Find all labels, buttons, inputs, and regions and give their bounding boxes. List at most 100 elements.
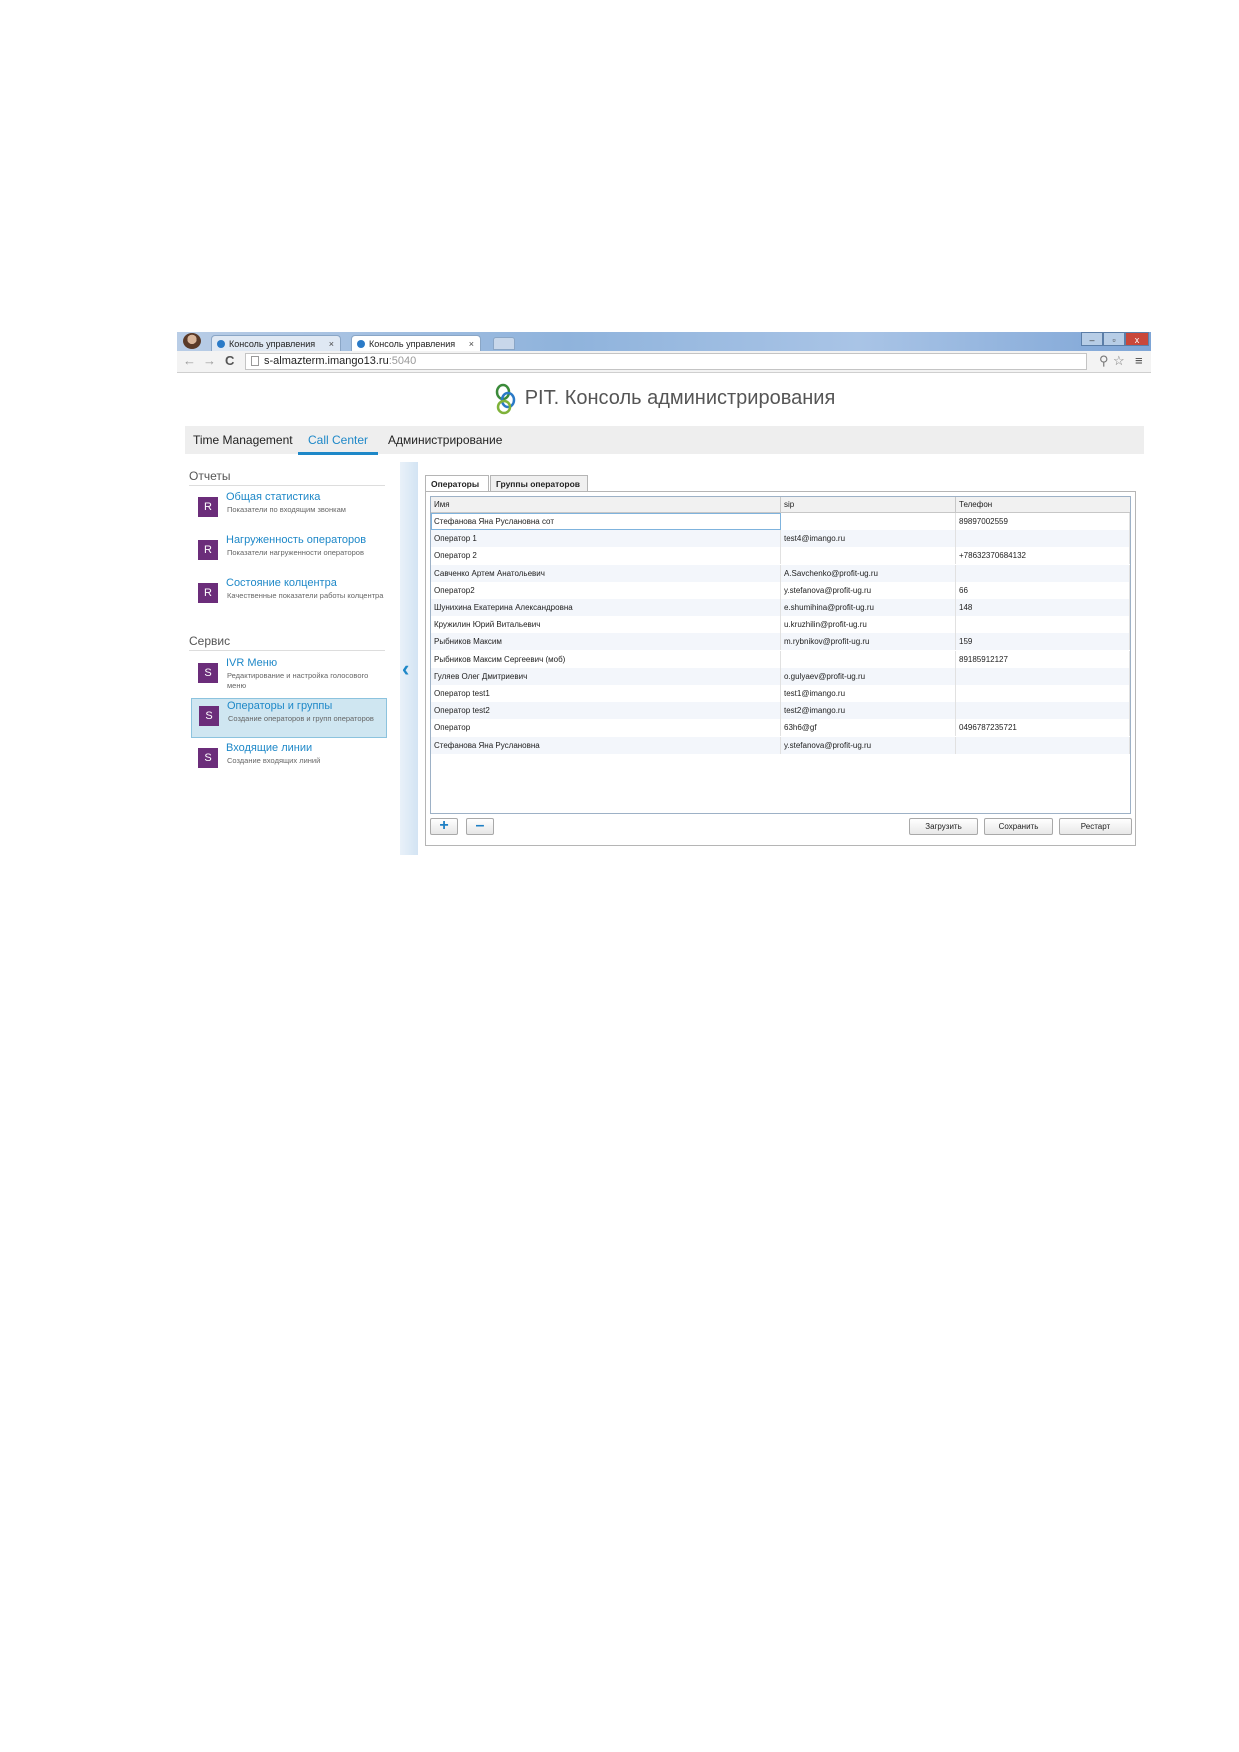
cell-name[interactable]: Кружилин Юрий Витальевич (431, 616, 781, 634)
cell-sip[interactable]: test2@imango.ru (781, 702, 956, 720)
profile-avatar[interactable] (183, 333, 201, 349)
menu-icon[interactable]: ≡ (1135, 353, 1143, 369)
sidebar-item-title[interactable]: IVR Меню (226, 657, 277, 669)
cell-name[interactable]: Оператор 2 (431, 547, 781, 565)
maximize-button[interactable]: ▫ (1103, 332, 1125, 346)
cell-name[interactable]: Гуляев Олег Дмитриевич (431, 667, 781, 685)
cell-phone[interactable]: 0496787235721 (956, 719, 1130, 737)
table-row[interactable]: Кружилин Юрий Витальевич u.kruzhilin@prof… (431, 616, 1130, 634)
table-row[interactable]: Рыбников Максим Сергеевич (моб) 891859121… (431, 650, 1130, 668)
table-row[interactable]: Оператор test1 test1@imango.ru (431, 685, 1130, 702)
sidebar-item-general-stats[interactable]: R Общая статистика Показатели по входящи… (191, 490, 387, 530)
browser-tab-1[interactable]: Консоль управления × (211, 335, 341, 351)
restart-button[interactable]: Рестарт (1059, 818, 1132, 835)
table-row[interactable]: Оператор test2 test2@imango.ru (431, 702, 1130, 720)
cell-sip[interactable]: y.stefanova@profit-ug.ru (781, 736, 956, 754)
browser-toolbar: ← → C s-almazterm.imango13.ru:5040 ⚲ ☆ ≡ (177, 351, 1151, 373)
sidebar-item-title[interactable]: Состояние колцентра (226, 577, 337, 589)
tab-operator-groups[interactable]: Группы операторов (490, 475, 588, 492)
sidebar-item-title[interactable]: Нагруженность операторов (226, 534, 366, 546)
menu-administration[interactable]: Администрирование (388, 426, 502, 454)
cell-name[interactable]: Стефанова Яна Руслановна (431, 736, 781, 754)
cell-sip[interactable]: y.stefanova@profit-ug.ru (781, 581, 956, 599)
back-button[interactable]: ← (183, 353, 196, 369)
table-row[interactable]: Стефанова Яна Руслановна сот 89897002559 (431, 513, 1130, 530)
cell-name[interactable]: Оператор test1 (431, 685, 781, 702)
tab-operators[interactable]: Операторы (425, 475, 489, 492)
column-header-sip[interactable]: sip (781, 497, 956, 512)
cell-phone[interactable]: 148 (956, 599, 1130, 616)
cell-phone[interactable]: 89185912127 (956, 650, 1130, 668)
cell-sip[interactable]: 63h6@gf (781, 719, 956, 737)
cell-phone[interactable] (956, 736, 1130, 754)
cell-name[interactable]: Савченко Артем Анатольевич (431, 564, 781, 582)
sidebar-item-title[interactable]: Общая статистика (226, 491, 320, 503)
menu-call-center[interactable]: Call Center (297, 426, 379, 455)
cell-sip[interactable]: test1@imango.ru (781, 685, 956, 702)
tab-close-icon[interactable]: × (469, 336, 474, 352)
reload-button[interactable]: C (225, 353, 234, 369)
star-icon[interactable]: ☆ (1113, 353, 1125, 369)
sidebar-item-title[interactable]: Операторы и группы (227, 700, 332, 712)
table-row[interactable]: Оператор 1 test4@imango.ru (431, 530, 1130, 548)
key-icon[interactable]: ⚲ (1099, 353, 1109, 369)
forward-button[interactable]: → (203, 353, 216, 369)
new-tab-button[interactable] (493, 337, 515, 350)
cell-phone[interactable] (956, 685, 1130, 702)
minimize-button[interactable]: – (1081, 332, 1103, 346)
cell-sip[interactable]: o.gulyaev@profit-ug.ru (781, 667, 956, 685)
cell-phone[interactable]: 159 (956, 633, 1130, 651)
cell-name[interactable]: Шунихина Екатерина Александровна (431, 599, 781, 616)
cell-name[interactable]: Оператор (431, 719, 781, 737)
save-button[interactable]: Сохранить (984, 818, 1053, 835)
cell-phone[interactable] (956, 530, 1130, 548)
cell-name[interactable]: Оператор test2 (431, 702, 781, 720)
sidebar-item-operators-groups[interactable]: S Операторы и группы Создание операторов… (191, 698, 387, 738)
browser-tab-2[interactable]: Консоль управления × (351, 335, 481, 351)
cell-phone[interactable] (956, 702, 1130, 720)
cell-name[interactable]: Рыбников Максим Сергеевич (моб) (431, 650, 781, 668)
sidebar-item-ivr-menu[interactable]: S IVR Меню Редактирование и настройка го… (191, 656, 387, 696)
table-row[interactable]: Шунихина Екатерина Александровна e.shumih… (431, 599, 1130, 616)
table-row[interactable]: Оператор2 y.stefanova@profit-ug.ru 66 (431, 581, 1130, 599)
cell-sip[interactable]: u.kruzhilin@profit-ug.ru (781, 616, 956, 634)
sidebar-item-incoming-lines[interactable]: S Входящие линии Создание входящих линий (191, 741, 387, 781)
remove-operator-button[interactable]: – (466, 818, 494, 835)
address-bar[interactable]: s-almazterm.imango13.ru:5040 (245, 353, 1087, 370)
load-button[interactable]: Загрузить (909, 818, 978, 835)
cell-sip[interactable] (781, 513, 956, 530)
cell-phone[interactable]: 89897002559 (956, 513, 1130, 530)
table-row[interactable]: Оператор 2 +78632370684132 (431, 547, 1130, 565)
add-operator-button[interactable]: + (430, 818, 458, 835)
column-header-phone[interactable]: Телефон (956, 497, 1130, 512)
cell-name[interactable]: Стефанова Яна Руслановна сот (431, 513, 781, 530)
cell-sip[interactable] (781, 547, 956, 565)
table-row[interactable]: Стефанова Яна Руслановна y.stefanova@prof… (431, 736, 1130, 754)
cell-sip[interactable]: A.Savchenko@profit-ug.ru (781, 564, 956, 582)
table-row[interactable]: Гуляев Олег Дмитриевич o.gulyaev@profit-u… (431, 667, 1130, 685)
sidebar-item-operator-load[interactable]: R Нагруженность операторов Показатели на… (191, 533, 387, 573)
menu-time-management[interactable]: Time Management (193, 426, 293, 454)
cell-sip[interactable]: m.rybnikov@profit-ug.ru (781, 633, 956, 651)
sidebar-collapse-strip[interactable]: ‹ (400, 462, 418, 855)
cell-phone[interactable] (956, 564, 1130, 582)
cell-sip[interactable]: e.shumihina@profit-ug.ru (781, 599, 956, 616)
table-row[interactable]: Рыбников Максим m.rybnikov@profit-ug.ru 15… (431, 633, 1130, 651)
window-close-button[interactable]: x (1125, 332, 1149, 346)
column-header-name[interactable]: Имя (431, 497, 781, 512)
table-row[interactable]: Савченко Артем Анатольевич A.Savchenko@pr… (431, 564, 1130, 582)
cell-phone[interactable]: +78632370684132 (956, 547, 1130, 565)
cell-phone[interactable]: 66 (956, 581, 1130, 599)
cell-name[interactable]: Оператор 1 (431, 530, 781, 548)
cell-phone[interactable] (956, 616, 1130, 634)
cell-sip[interactable] (781, 650, 956, 668)
sidebar-item-title[interactable]: Входящие линии (226, 742, 312, 754)
sidebar-item-callcenter-state[interactable]: R Состояние колцентра Качественные показ… (191, 576, 387, 616)
cell-sip[interactable]: test4@imango.ru (781, 530, 956, 548)
tab-close-icon[interactable]: × (329, 336, 334, 352)
chevron-left-icon[interactable]: ‹ (402, 658, 409, 680)
cell-name[interactable]: Оператор2 (431, 581, 781, 599)
cell-name[interactable]: Рыбников Максим (431, 633, 781, 651)
table-row[interactable]: Оператор 63h6@gf 0496787235721 (431, 719, 1130, 737)
cell-phone[interactable] (956, 667, 1130, 685)
